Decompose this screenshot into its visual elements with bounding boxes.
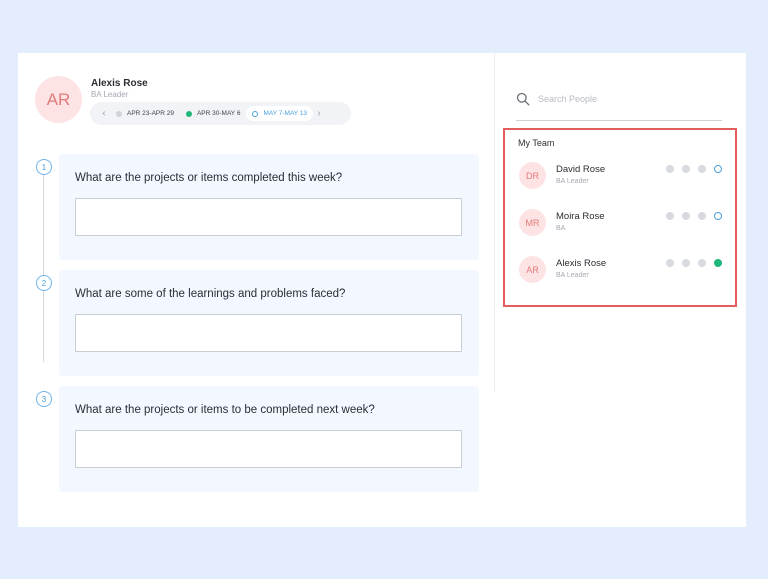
member-role: BA [556, 225, 566, 232]
status-dot-current [252, 110, 259, 117]
timeline-line [43, 172, 44, 362]
avatar: AR [35, 76, 82, 123]
status-dot [698, 259, 706, 267]
member-role: BA Leader [556, 272, 589, 279]
search-underline [516, 120, 722, 121]
week-selector: ‹ APR 23-APR 29 APR 30-MAY 6 MAY 7-MAY 1… [90, 102, 351, 125]
status-dot [666, 212, 674, 220]
member-name: Moira Rose [556, 211, 605, 222]
chevron-left-icon[interactable]: ‹ [98, 108, 110, 119]
step-number: 2 [36, 275, 52, 291]
status-dot [698, 212, 706, 220]
status-dot-grey [116, 110, 122, 117]
answer-input[interactable] [75, 430, 462, 468]
week-option[interactable]: APR 23-APR 29 [110, 106, 180, 121]
status-dots [666, 259, 722, 267]
user-name: Alexis Rose [91, 78, 148, 89]
question-text: What are the projects or items to be com… [75, 404, 375, 416]
week-label: MAY 7-MAY 13 [263, 110, 308, 117]
panel-divider [494, 53, 495, 391]
status-dot-green [185, 110, 192, 117]
avatar: DR [519, 162, 546, 189]
team-member[interactable]: DR David Rose BA Leader [505, 162, 735, 192]
avatar: AR [519, 256, 546, 283]
status-dot-current [714, 165, 722, 173]
avatar: MR [519, 209, 546, 236]
answer-input[interactable] [75, 314, 462, 352]
status-dot [666, 165, 674, 173]
team-title: My Team [518, 138, 555, 148]
status-dot [682, 259, 690, 267]
status-dots [666, 212, 722, 220]
question-text: What are the projects or items completed… [75, 172, 343, 184]
member-name: David Rose [556, 164, 606, 175]
step-number: 1 [36, 159, 52, 175]
answer-input[interactable] [75, 198, 462, 236]
team-member[interactable]: MR Moira Rose BA [505, 209, 735, 239]
step-number: 3 [36, 391, 52, 407]
week-label: APR 23-APR 29 [127, 110, 174, 117]
status-dot [698, 165, 706, 173]
question-card: What are the projects or items completed… [59, 154, 479, 260]
status-dot-done [714, 259, 722, 267]
week-option[interactable]: APR 30-MAY 6 [180, 106, 246, 121]
week-option-current[interactable]: MAY 7-MAY 13 [246, 106, 314, 121]
status-dot-current [714, 212, 722, 220]
user-role: BA Leader [91, 90, 129, 99]
week-label: APR 30-MAY 6 [196, 110, 241, 117]
status-dot [666, 259, 674, 267]
question-card: What are the projects or items to be com… [59, 386, 479, 492]
search-input[interactable] [538, 90, 718, 108]
team-member[interactable]: AR Alexis Rose BA Leader [505, 256, 735, 286]
status-dot [682, 165, 690, 173]
member-name: Alexis Rose [556, 258, 607, 269]
my-team-panel: My Team DR David Rose BA Leader MR Moira… [503, 128, 737, 307]
status-dots [666, 165, 722, 173]
search-icon[interactable] [516, 92, 530, 106]
question-card: What are some of the learnings and probl… [59, 270, 479, 376]
chevron-right-icon[interactable]: › [313, 108, 325, 119]
status-dot [682, 212, 690, 220]
question-text: What are some of the learnings and probl… [75, 288, 346, 300]
member-role: BA Leader [556, 178, 589, 185]
